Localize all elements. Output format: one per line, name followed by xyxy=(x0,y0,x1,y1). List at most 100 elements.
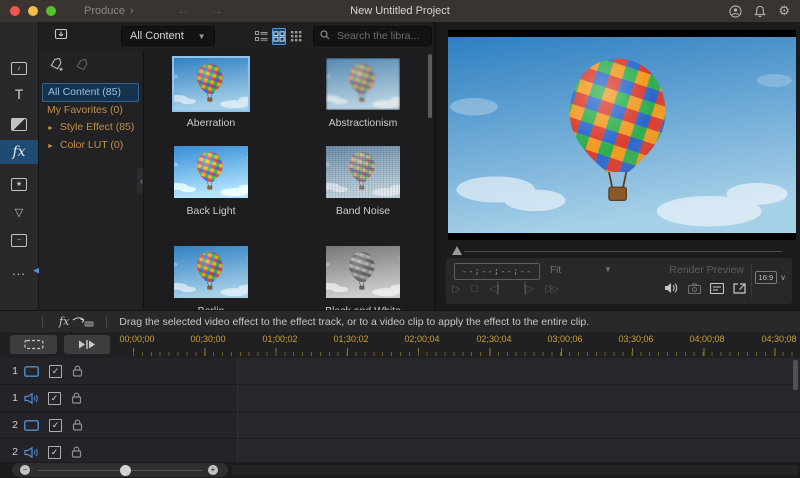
sidebar-item-title-room[interactable]: T xyxy=(0,82,38,106)
expand-triangle-icon[interactable]: ► xyxy=(47,143,54,150)
effect-name: Band Noise xyxy=(335,205,391,217)
sidebar-item-pip-objects-room[interactable]: ★ xyxy=(0,172,38,196)
volume-icon[interactable] xyxy=(664,281,679,299)
forward-button[interactable]: → xyxy=(212,5,233,17)
next-frame-button[interactable]: ▕▷ xyxy=(517,282,534,295)
effect-item-aberration[interactable]: Aberration xyxy=(152,58,270,129)
zoom-fit-dropdown[interactable]: Fit xyxy=(550,265,561,276)
timeline-zoom-slider[interactable]: − + xyxy=(12,463,228,477)
hint-bar: fx Drag the selected video effect to the… xyxy=(0,310,800,333)
effect-item-band-noise[interactable]: Band Noise xyxy=(304,146,422,217)
effect-item-back-light[interactable]: Back Light xyxy=(152,146,270,217)
sidebar-item-transition-room[interactable] xyxy=(0,112,38,136)
effect-name: Abstractionism xyxy=(328,117,398,129)
category-style-effect[interactable]: ► Style Effect (85) xyxy=(39,119,142,137)
zoom-window-button[interactable] xyxy=(46,6,56,16)
fast-forward-button[interactable]: ▷▷ xyxy=(545,282,559,295)
play-button[interactable]: ▷ xyxy=(452,282,460,295)
produce-menu[interactable]: Produce › xyxy=(84,5,134,17)
effect-item-abstractionism[interactable]: Abstractionism xyxy=(304,58,422,129)
timeline-vertical-scrollbar[interactable] xyxy=(793,360,798,390)
ruler-timestamp: 02;00;04 xyxy=(404,334,440,344)
list-view-button[interactable] xyxy=(254,28,268,45)
add-tag-icon[interactable] xyxy=(49,57,65,77)
timeline-horizontal-scrollbar[interactable] xyxy=(232,465,798,475)
lock-icon[interactable] xyxy=(72,419,83,431)
lock-icon[interactable] xyxy=(72,365,83,377)
ruler-timestamp: 02;30;04 xyxy=(476,334,512,344)
range-select-button[interactable] xyxy=(10,335,57,354)
settings-gear-icon[interactable]: ⚙ xyxy=(778,4,790,19)
effect-item-row3-right[interactable]: Black and White xyxy=(304,246,422,310)
ruler-timestamp: 03;00;06 xyxy=(547,334,583,344)
sidebar-item-effect-room[interactable]: fx ◀ xyxy=(0,140,40,275)
track-enable-checkbox[interactable]: ✓ xyxy=(48,391,61,405)
snapshot-camera-icon[interactable] xyxy=(687,281,702,299)
track-number: 2 xyxy=(12,446,18,458)
content-filter-value: All Content xyxy=(130,30,184,42)
effects-grid: Aberration Abstractionism Back Light Ban… xyxy=(143,50,433,310)
grid-view-button[interactable] xyxy=(272,27,286,45)
import-media-icon[interactable] xyxy=(53,27,69,46)
track-enable-checkbox[interactable]: ✓ xyxy=(49,418,62,432)
previous-frame-button[interactable]: ◁▏ xyxy=(489,282,506,295)
stop-button[interactable]: □ xyxy=(471,283,478,295)
category-all-content[interactable]: All Content (85) xyxy=(42,83,139,102)
playhead-marker[interactable] xyxy=(452,246,462,255)
expand-triangle-icon[interactable]: ► xyxy=(47,125,54,132)
sidebar-item-particle-room[interactable]: ▽ xyxy=(0,200,38,224)
sidebar-item-more-rooms[interactable]: ... xyxy=(0,258,38,282)
zoom-out-button[interactable]: − xyxy=(20,465,30,475)
seek-bar[interactable] xyxy=(452,246,782,256)
sidebar-item-media-room[interactable]: ♪ xyxy=(0,56,38,80)
notifications-bell-icon[interactable] xyxy=(754,5,767,18)
media-room-icon: ♪ xyxy=(11,61,27,75)
ruler-timestamp: 00;30;00 xyxy=(190,334,226,344)
snap-playhead-button[interactable] xyxy=(64,335,110,354)
preview-quality-icon[interactable] xyxy=(709,281,725,299)
track-number: 1 xyxy=(12,365,18,377)
chevron-down-icon[interactable]: ▼ xyxy=(604,265,612,274)
render-preview-label[interactable]: Render Preview xyxy=(669,264,744,276)
lock-icon[interactable] xyxy=(71,446,82,458)
hint-divider xyxy=(42,315,43,328)
chevron-down-icon: ▼ xyxy=(197,31,206,41)
track-number: 2 xyxy=(12,419,18,431)
effect-name: Back Light xyxy=(186,205,236,217)
track-enable-checkbox[interactable]: ✓ xyxy=(49,364,62,378)
remove-tag-icon[interactable] xyxy=(75,57,89,77)
back-button[interactable]: ← xyxy=(178,5,199,17)
category-my-favorites[interactable]: My Favorites (0) xyxy=(39,102,142,119)
ruler-timestamp: 04;00;08 xyxy=(689,334,725,344)
ruler-timestamp: 01;30;02 xyxy=(333,334,369,344)
video-track-icon xyxy=(24,419,39,431)
grid-scrollbar[interactable] xyxy=(428,54,432,118)
lock-icon[interactable] xyxy=(71,392,82,404)
close-window-button[interactable] xyxy=(10,6,20,16)
effect-room-icon: fx xyxy=(12,144,26,160)
track-enable-checkbox[interactable]: ✓ xyxy=(48,445,61,459)
detail-view-button[interactable] xyxy=(290,28,303,45)
audio-track-icon xyxy=(24,392,38,404)
produce-menu-label: Produce xyxy=(84,5,125,17)
effects-library-panel: All Content ▼ Search the libra... All Co… xyxy=(39,22,433,310)
room-sidebar: ♪ T fx ◀ ★ ▽ − ... xyxy=(0,22,40,310)
zoom-slider-handle[interactable] xyxy=(120,464,131,476)
playback-controls: --;--;--;-- Fit ▼ Render Preview ▷ □ ◁▏ … xyxy=(446,258,792,304)
library-search[interactable] xyxy=(312,26,432,46)
effect-name: Aberration xyxy=(186,117,236,129)
preview-video xyxy=(448,30,796,240)
aspect-ratio-dropdown[interactable]: 16:9 ∨ xyxy=(754,271,786,284)
content-filter-dropdown[interactable]: All Content ▼ xyxy=(121,26,215,46)
search-input[interactable] xyxy=(334,29,425,43)
sidebar-item-subtitle-room[interactable]: − xyxy=(0,228,38,252)
minimize-window-button[interactable] xyxy=(28,6,38,16)
account-icon[interactable] xyxy=(729,4,742,18)
zoom-in-button[interactable]: + xyxy=(208,465,218,475)
undock-window-icon[interactable] xyxy=(733,281,746,299)
title-room-icon: T xyxy=(14,86,24,102)
chevron-right-icon: › xyxy=(129,5,134,17)
audio-track-icon xyxy=(24,446,38,458)
category-color-lut[interactable]: ► Color LUT (0) xyxy=(39,137,142,155)
effect-item-row3-left[interactable]: Berlin xyxy=(152,246,270,310)
